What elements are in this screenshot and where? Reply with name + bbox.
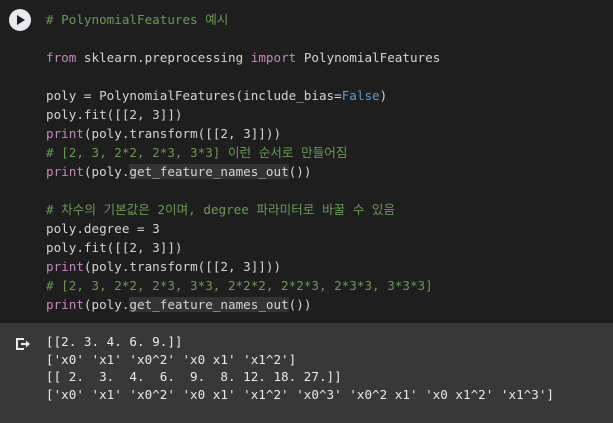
run-cell-button[interactable] xyxy=(9,9,31,31)
code-token: get_feature_names_out xyxy=(129,164,289,179)
code-line: poly.degree = 3 xyxy=(46,219,440,238)
code-token: from xyxy=(46,50,77,65)
output-line: ['x0' 'x1' 'x0^2' 'x0 x1' 'x1^2'] xyxy=(46,351,297,367)
code-token: poly.fit([[2, 3]]) xyxy=(46,107,183,122)
play-icon xyxy=(17,15,25,25)
code-token: sklearn.preprocessing xyxy=(76,50,251,65)
code-line: from sklearn.preprocessing import Polyno… xyxy=(46,48,440,67)
code-token: poly = PolynomialFeatures(include_bias= xyxy=(46,88,342,103)
code-line: # PolynomialFeatures 예시 xyxy=(46,10,440,29)
code-token: ) xyxy=(379,88,388,103)
code-line: print(poly.transform([[2, 3]])) xyxy=(46,257,440,276)
code-token: # PolynomialFeatures 예시 xyxy=(46,12,229,27)
code-token: ()) xyxy=(288,164,312,179)
code-token: print xyxy=(46,259,84,274)
code-token: print xyxy=(46,126,84,141)
code-line: poly.fit([[2, 3]]) xyxy=(46,238,440,257)
code-token: PolynomialFeatures xyxy=(296,50,441,65)
notebook-cell: # PolynomialFeatures 예시 from sklearn.pre… xyxy=(0,0,613,423)
code-token: (poly. xyxy=(83,297,130,312)
code-editor[interactable]: # PolynomialFeatures 예시 from sklearn.pre… xyxy=(0,0,613,323)
code-token: print xyxy=(46,164,84,179)
output-line: ['x0' 'x1' 'x0^2' 'x0 x1' 'x1^2' 'x0^3' … xyxy=(46,386,554,402)
code-token: print xyxy=(46,297,84,312)
code-line: print(poly.transform([[2, 3]])) xyxy=(46,124,440,143)
output-line: [[2. 3. 4. 6. 9.]] xyxy=(46,334,183,349)
code-token: False xyxy=(341,88,380,103)
code-token: # [2, 3, 2*2, 2*3, 3*3, 2*2*2, 2*2*3, 2*… xyxy=(46,278,433,293)
code-token: import xyxy=(250,50,297,65)
code-token: # [2, 3, 2*2, 2*3, 3*3] 이런 순서로 만들어짐 xyxy=(46,145,348,160)
code-token: ()) xyxy=(288,297,312,312)
code-line: # [2, 3, 2*2, 2*3, 3*3] 이런 순서로 만들어짐 xyxy=(46,143,440,162)
code-token: (poly.transform([[2, 3]])) xyxy=(83,259,282,274)
code-line: poly.fit([[2, 3]]) xyxy=(46,105,440,124)
code-line: print(poly.get_feature_names_out()) xyxy=(46,295,440,314)
code-token: poly.fit([[2, 3]]) xyxy=(46,240,183,255)
code-line: # [2, 3, 2*2, 2*3, 3*3, 2*2*2, 2*2*3, 2*… xyxy=(46,276,440,295)
code-line: # 차수의 기본값은 2이며, degree 파라미터로 바꿀 수 있음 xyxy=(46,200,440,219)
code-token: (poly. xyxy=(83,164,130,179)
cell-output: [[2. 3. 4. 6. 9.]] ['x0' 'x1' 'x0^2' 'x0 … xyxy=(0,323,613,423)
code-line: print(poly.get_feature_names_out()) xyxy=(46,162,440,181)
code-token: # 차수의 기본값은 2이며, degree 파라미터로 바꿀 수 있음 xyxy=(46,202,396,217)
code-token: poly.degree = 3 xyxy=(46,221,160,236)
code-token: (poly.transform([[2, 3]])) xyxy=(83,126,282,141)
output-text: [[2. 3. 4. 6. 9.]] ['x0' 'x1' 'x0^2' 'x0 … xyxy=(46,333,554,403)
output-redirect-icon[interactable] xyxy=(13,335,31,353)
code-line: poly = PolynomialFeatures(include_bias=F… xyxy=(46,86,440,105)
output-line: [[ 2. 3. 4. 6. 9. 8. 12. 18. 27.]] xyxy=(46,369,342,384)
code-text[interactable]: # PolynomialFeatures 예시 from sklearn.pre… xyxy=(46,10,440,314)
code-token: get_feature_names_out xyxy=(129,297,289,312)
